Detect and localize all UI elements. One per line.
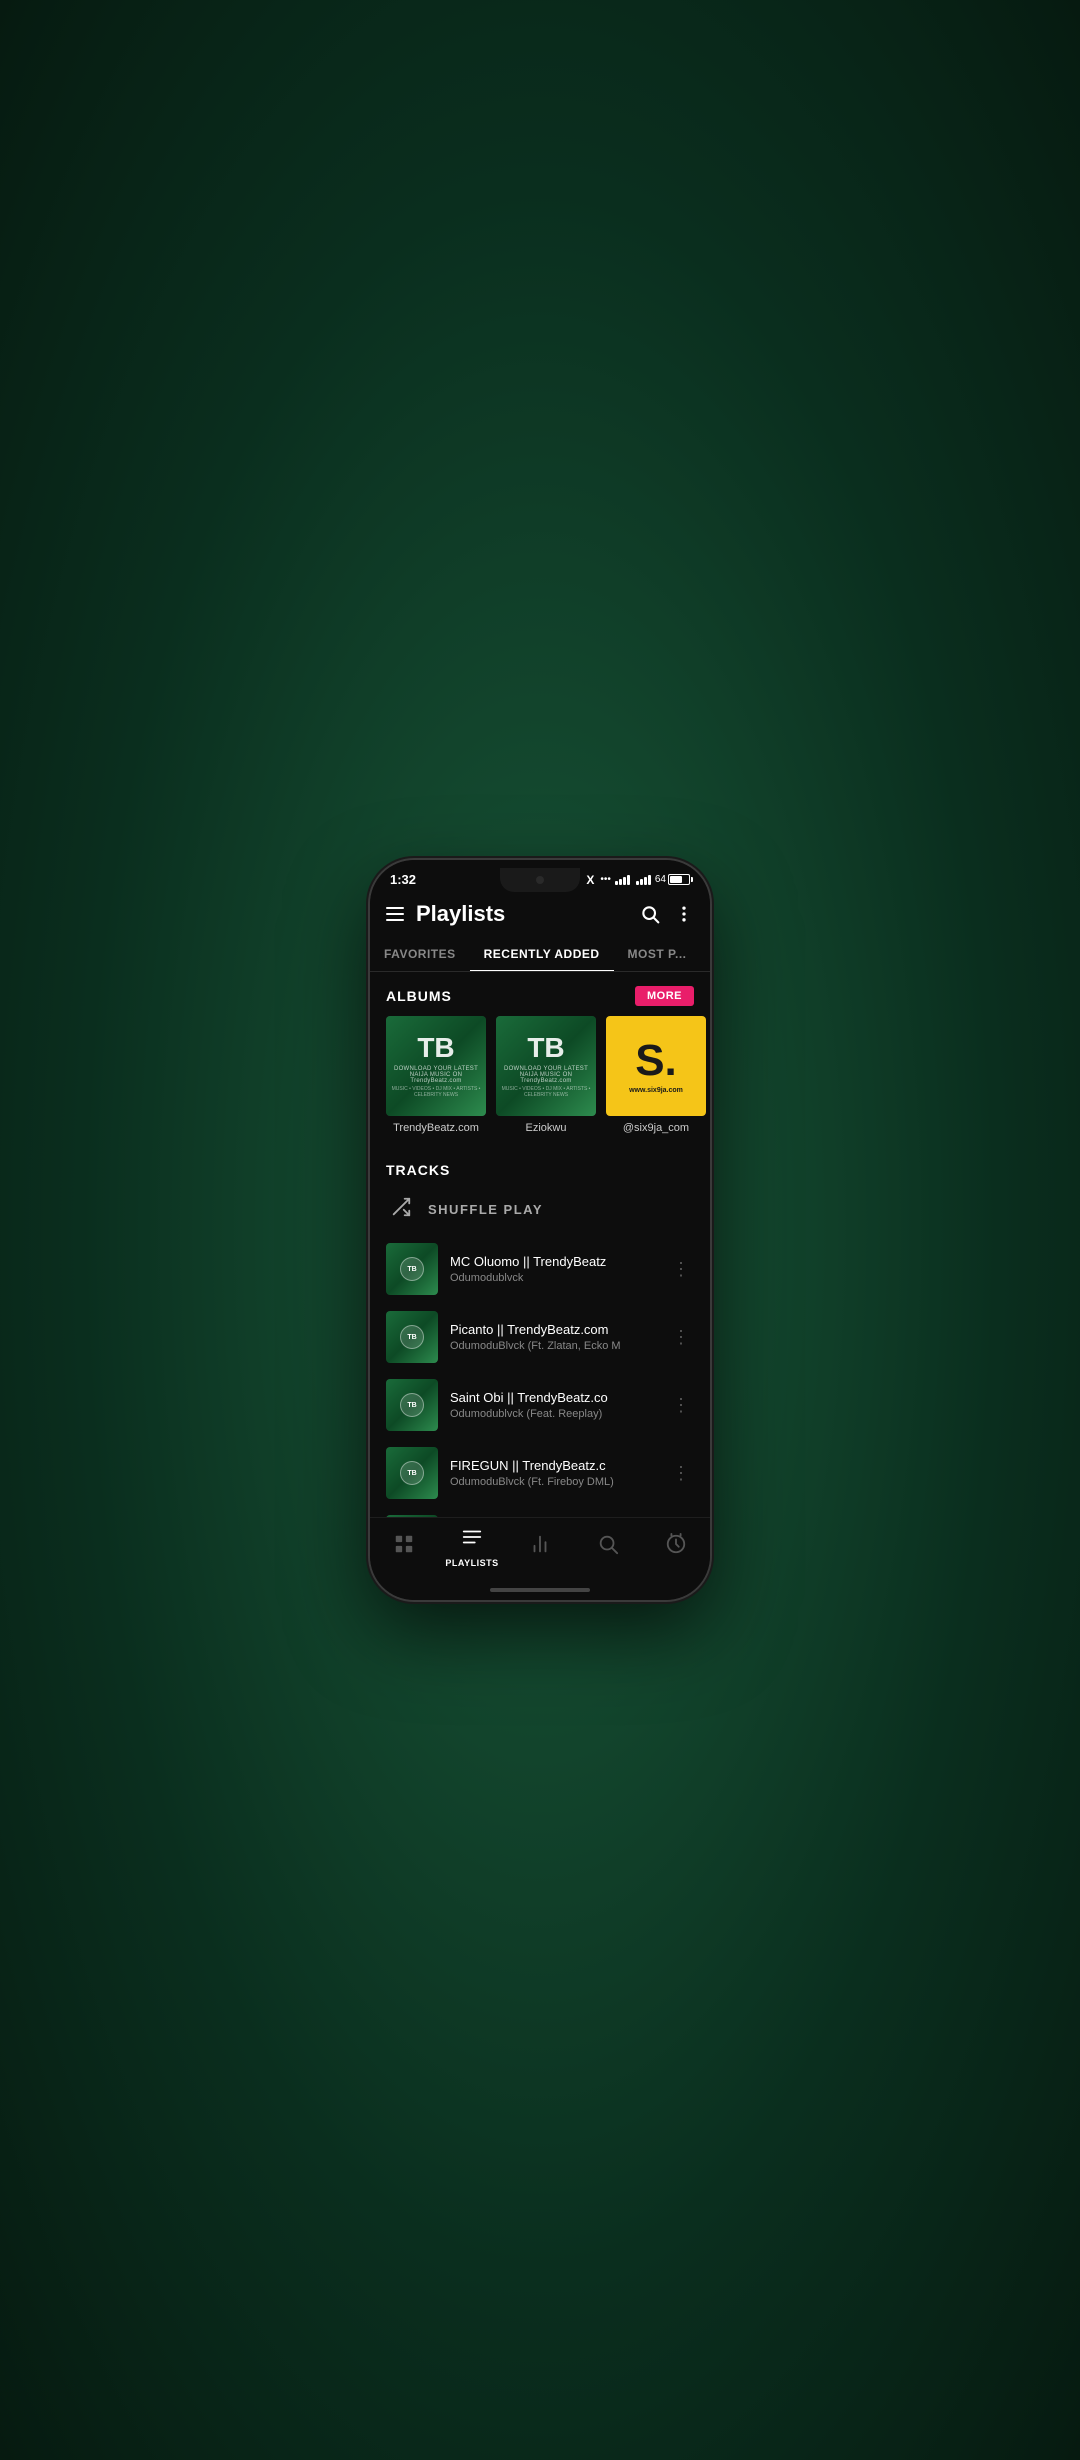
album-name-trendybeatz1: TrendyBeatz.com: [386, 1122, 486, 1134]
signal-bar2-1: [636, 881, 639, 885]
menu-button[interactable]: [386, 907, 404, 921]
signal-bar-4: [627, 875, 630, 885]
nav-playlists[interactable]: PLAYLISTS: [438, 1526, 506, 1568]
album-item-eziokwu[interactable]: TB DOWNLOAD YOUR LATESTNAIJA MUSIC ONTre…: [496, 1016, 596, 1134]
signal-bar2-4: [648, 875, 651, 885]
tabs-bar: FAVORITES RECENTLY ADDED MOST P...: [370, 937, 710, 972]
albums-title: ALBUMS: [386, 988, 452, 1004]
search-nav-icon: [597, 1533, 619, 1561]
album-thumb-eziokwu: TB DOWNLOAD YOUR LATESTNAIJA MUSIC ONTre…: [496, 1016, 596, 1116]
track-item-2[interactable]: TB Picanto || TrendyBeatz.com OdumoduBlv…: [370, 1303, 710, 1371]
albums-section-header: ALBUMS MORE: [370, 972, 710, 1016]
track-thumb-3: TB: [386, 1379, 438, 1431]
app-header: Playlists: [370, 893, 710, 937]
track-item-4[interactable]: TB FIREGUN || TrendyBeatz.c OdumoduBlvck…: [370, 1439, 710, 1507]
twitter-x-icon: X: [586, 873, 594, 887]
status-right: X ••• 64: [586, 873, 690, 887]
status-time: 1:32: [390, 872, 416, 887]
nav-charts[interactable]: [506, 1533, 574, 1561]
album-thumb-trendybeatz1: TB DOWNLOAD YOUR LATESTNAIJA MUSIC ONTre…: [386, 1016, 486, 1116]
tracks-title: TRACKS: [386, 1162, 450, 1178]
home-indicator: [370, 1584, 710, 1600]
nav-playlists-label: PLAYLISTS: [445, 1558, 498, 1568]
signal-bar-3: [623, 877, 626, 885]
track-title-1: MC Oluomo || TrendyBeatz: [450, 1254, 656, 1269]
nav-library[interactable]: [370, 1533, 438, 1561]
battery-fill: [670, 876, 682, 883]
battery-percent: 64: [655, 874, 666, 885]
bottom-nav: PLAYLISTS: [370, 1517, 710, 1584]
track-more-3[interactable]: ⋮: [668, 1391, 694, 1420]
notch: [500, 868, 580, 892]
nav-sleep[interactable]: [642, 1533, 710, 1561]
phone-screen: 1:32 X •••: [370, 860, 710, 1600]
more-options-button[interactable]: [674, 904, 694, 924]
tab-favorites[interactable]: FAVORITES: [370, 937, 470, 971]
home-bar: [490, 1588, 590, 1592]
library-icon: [393, 1533, 415, 1561]
header-left: Playlists: [386, 901, 505, 927]
signal-bar-2: [619, 879, 622, 885]
album-name-six9ja: @six9ja_com: [606, 1122, 706, 1134]
track-thumb-2: TB: [386, 1311, 438, 1363]
albums-scroll: TB DOWNLOAD YOUR LATESTNAIJA MUSIC ONTre…: [370, 1016, 710, 1150]
track-thumb-1: TB: [386, 1243, 438, 1295]
albums-more-button[interactable]: MORE: [635, 986, 694, 1006]
track-info-3: Saint Obi || TrendyBeatz.co Odumodublvck…: [450, 1390, 656, 1420]
track-artist-2: OdumoduBlvck (Ft. Zlatan, Ecko M: [450, 1340, 656, 1352]
track-title-4: FIREGUN || TrendyBeatz.c: [450, 1458, 656, 1473]
track-title-2: Picanto || TrendyBeatz.com: [450, 1322, 656, 1337]
track-more-2[interactable]: ⋮: [668, 1323, 694, 1352]
tab-recently-added[interactable]: RECENTLY ADDED: [470, 937, 614, 971]
signal-bar2-2: [640, 879, 643, 885]
track-artist-3: Odumodublvck (Feat. Reeplay): [450, 1408, 656, 1420]
track-info-2: Picanto || TrendyBeatz.com OdumoduBlvck …: [450, 1322, 656, 1352]
tracks-section: TRACKS SHUFFLE PLAY: [370, 1150, 710, 1517]
track-artist-4: OdumoduBlvck (Ft. Fireboy DML): [450, 1476, 656, 1488]
signal-bar2-3: [644, 877, 647, 885]
charts-icon: [529, 1533, 551, 1561]
battery-indicator: 64: [655, 874, 690, 885]
album-item-six9ja[interactable]: S. www.six9ja.com @six9ja_com: [606, 1016, 706, 1134]
shuffle-label: SHUFFLE PLAY: [428, 1202, 543, 1217]
shuffle-icon: [390, 1196, 412, 1223]
track-info-1: MC Oluomo || TrendyBeatz Odumodublvck: [450, 1254, 656, 1284]
album-item-trendybeatz1[interactable]: TB DOWNLOAD YOUR LATESTNAIJA MUSIC ONTre…: [386, 1016, 486, 1134]
track-item-1[interactable]: TB MC Oluomo || TrendyBeatz Odumodublvck…: [370, 1235, 710, 1303]
camera-indicator: [536, 876, 544, 884]
album-thumb-six9ja: S. www.six9ja.com: [606, 1016, 706, 1116]
track-item-5[interactable]: TB Dog Eat Dog II || TrendyBe Odumodublv…: [370, 1507, 710, 1517]
battery-body: [668, 874, 690, 885]
page-title: Playlists: [416, 901, 505, 927]
signal-bar-1: [615, 881, 618, 885]
track-info-4: FIREGUN || TrendyBeatz.c OdumoduBlvck (F…: [450, 1458, 656, 1488]
nav-search[interactable]: [574, 1533, 642, 1561]
search-button[interactable]: [640, 904, 660, 924]
album-name-eziokwu: Eziokwu: [496, 1122, 596, 1134]
signal-bars-2: [636, 875, 651, 885]
track-thumb-4: TB: [386, 1447, 438, 1499]
signal-bars: [615, 875, 630, 885]
header-right: [640, 904, 694, 924]
shuffle-play-button[interactable]: SHUFFLE PLAY: [370, 1184, 710, 1235]
tab-most-played[interactable]: MOST P...: [614, 937, 701, 971]
track-more-1[interactable]: ⋮: [668, 1255, 694, 1284]
status-bar: 1:32 X •••: [370, 860, 710, 893]
content-area: ALBUMS MORE TB DOWNLOAD YOUR LATESTNAIJA…: [370, 972, 710, 1517]
sleep-icon: [665, 1533, 687, 1561]
status-dots: •••: [600, 874, 611, 885]
tracks-header: TRACKS: [370, 1154, 710, 1184]
track-artist-1: Odumodublvck: [450, 1272, 656, 1284]
track-title-3: Saint Obi || TrendyBeatz.co: [450, 1390, 656, 1405]
track-item-3[interactable]: TB Saint Obi || TrendyBeatz.co Odumodubl…: [370, 1371, 710, 1439]
phone-frame: 1:32 X •••: [370, 860, 710, 1600]
track-more-4[interactable]: ⋮: [668, 1459, 694, 1488]
playlists-icon: [461, 1526, 483, 1554]
